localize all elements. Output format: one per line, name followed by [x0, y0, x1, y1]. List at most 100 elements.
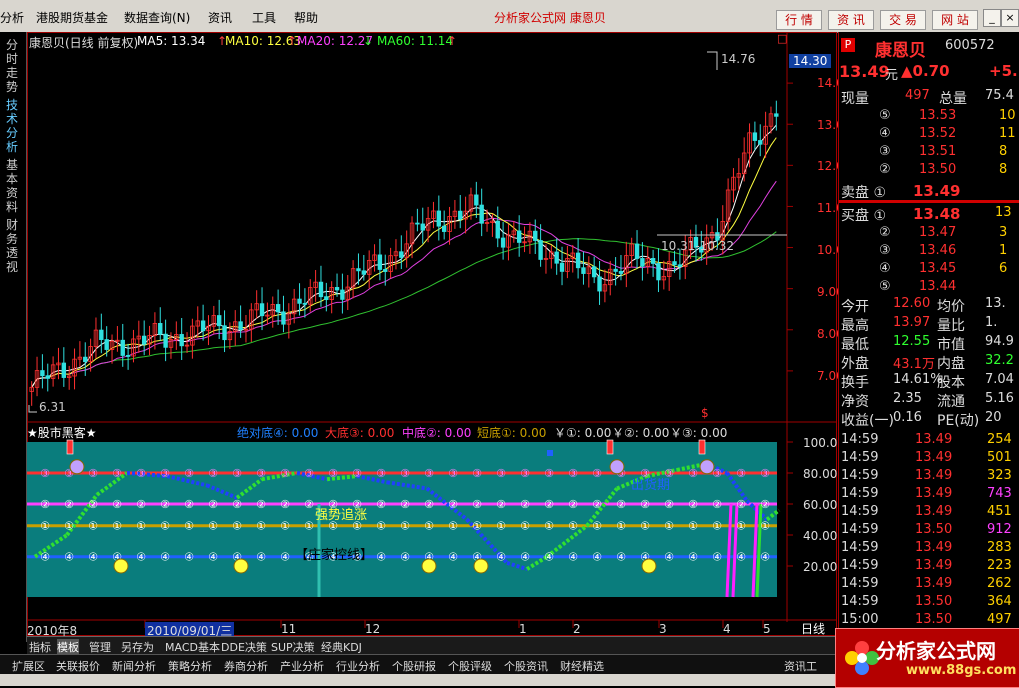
kline-chart[interactable]: ③③③③③③③③③③③③③③③③③③③③③③③③③③③③③③③②②②②②②②②②… — [27, 32, 851, 639]
stock-code: 600572 — [945, 38, 995, 53]
bid-row: ② 13.47 3 — [839, 225, 1019, 243]
stat-value: 13. — [985, 296, 1006, 311]
nav-sector-analysis[interactable]: 行业分析 — [336, 658, 380, 674]
candle-body — [538, 240, 543, 260]
stat-row: 净资 2.35 流通 5.16 — [839, 391, 1019, 410]
nav-news-analysis[interactable]: 新闻分析 — [112, 658, 156, 674]
tab-fundamental[interactable]: 基本资料 — [6, 158, 20, 214]
level-marker: ④ — [520, 551, 530, 564]
stat-row: 今开 12.60 均价 13. — [839, 296, 1019, 315]
level-marker: ④ — [760, 551, 770, 564]
minimize-button[interactable]: _ — [983, 9, 1001, 27]
tick-row: 14:59 13.49 451 — [839, 504, 1019, 522]
stat-label: 收益(一) — [841, 413, 894, 429]
tab-indicator[interactable]: 指标 — [29, 639, 51, 655]
candle-body — [238, 321, 243, 330]
nav-strategy-analysis[interactable]: 策略分析 — [168, 658, 212, 674]
close-button[interactable]: × — [1001, 9, 1019, 27]
indicator-axis-label: 80.00 — [803, 467, 838, 481]
tab-save-as[interactable]: 另存为 — [121, 639, 154, 655]
tab-dde[interactable]: DDE决策 — [221, 639, 267, 655]
level-marker: ① — [136, 520, 146, 533]
period-label[interactable]: 日线 — [801, 620, 825, 637]
tab-financial[interactable]: 财务透视 — [6, 218, 20, 274]
stat-value: 94.9 — [985, 334, 1014, 349]
nav-related-quotes[interactable]: 关联报价 — [56, 658, 100, 674]
menu-item-data-query[interactable]: 数据查询(N) — [124, 9, 190, 26]
tick-row: 14:59 13.49 223 — [839, 558, 1019, 576]
chart-corner-box-icon[interactable]: □ — [777, 32, 787, 45]
menu-item-tools[interactable]: 工具 — [252, 9, 276, 26]
total-volume: 75.4 — [985, 88, 1014, 103]
ma10-path — [31, 137, 777, 388]
level-marker: ① — [496, 520, 506, 533]
level-marker: ④ — [664, 551, 674, 564]
level-marker: ③ — [376, 467, 386, 480]
nav-stock-ratings[interactable]: 个股评级 — [448, 658, 492, 674]
level-marker: ① — [400, 520, 410, 533]
level-marker: ④ — [616, 551, 626, 564]
stat-value: 13.97 — [893, 315, 931, 330]
ma5-line — [31, 124, 777, 388]
stat-label: 最低 — [841, 337, 869, 353]
shipping-period-label: 出货期 — [631, 478, 671, 493]
menu-item-hk-futures[interactable]: 港股期货基金 — [36, 9, 108, 26]
level-marker: ② — [592, 498, 602, 511]
level-marker: ② — [40, 498, 50, 511]
nav-news-tools[interactable]: 资讯工 — [784, 658, 817, 674]
nav-stock-reports[interactable]: 个股研报 — [392, 658, 436, 674]
bid1-row: 买盘 ① 13.48 13 — [839, 205, 1019, 225]
tick-time: 14:59 — [841, 594, 879, 609]
candle-body — [297, 298, 302, 304]
level-marker: ① — [160, 520, 170, 533]
tick-volume: 323 — [987, 468, 1012, 483]
tab-kdj[interactable]: 经典KDJ — [321, 639, 362, 655]
nav-broker-analysis[interactable]: 券商分析 — [224, 658, 268, 674]
quote-button[interactable]: 行 情 — [776, 10, 822, 30]
indicator-item: ￥②: 0.00 — [612, 426, 670, 440]
tab-manage[interactable]: 管理 — [89, 639, 111, 655]
ask-volume: 10 — [999, 108, 1016, 123]
level-marker: ④ — [256, 551, 266, 564]
level-marker: ② — [736, 498, 746, 511]
tick-price: 13.49 — [915, 540, 953, 555]
menu-item-help[interactable]: 帮助 — [294, 9, 318, 26]
level-marker: ② — [568, 498, 578, 511]
level-marker: ② — [640, 498, 650, 511]
stat-row: 换手 14.61% 股本 7.04 — [839, 372, 1019, 391]
level-marker: ② — [136, 498, 146, 511]
date-axis-label: 11 — [281, 622, 297, 636]
signal-marker — [698, 439, 706, 455]
bid-price: 13.45 — [919, 261, 957, 276]
indicator-name[interactable]: ★股市黑客★ — [27, 424, 97, 441]
indicator-axis-label: 100.0 — [803, 436, 838, 450]
level-marker: ③ — [496, 467, 506, 480]
candle-body — [436, 210, 442, 227]
tab-technical[interactable]: 技术分析 — [6, 98, 20, 154]
menu-item-analysis[interactable]: 分析 — [0, 9, 24, 26]
tab-template[interactable]: 模板 — [57, 639, 79, 655]
level-marker: ② — [160, 498, 170, 511]
ma20-arrow-icon: ↓ — [363, 34, 374, 48]
menu-item-news[interactable]: 资讯 — [208, 9, 232, 26]
candle-body — [672, 261, 677, 266]
website-button[interactable]: 网 站 — [932, 10, 978, 30]
trade-button[interactable]: 交 易 — [880, 10, 926, 30]
level-marker: ② — [544, 498, 554, 511]
nav-finance-picks[interactable]: 财经精选 — [560, 658, 604, 674]
candle-body — [500, 237, 506, 248]
nav-industry-analysis[interactable]: 产业分析 — [280, 658, 324, 674]
candle-body — [758, 140, 763, 145]
level-marker: ④ — [496, 551, 506, 564]
tab-intraday[interactable]: 分时走势 — [6, 38, 20, 94]
candle-body — [377, 254, 383, 270]
tab-sup[interactable]: SUP决策 — [271, 639, 315, 655]
level-marker: ① — [88, 520, 98, 533]
nav-extension[interactable]: 扩展区 — [12, 658, 45, 674]
news-button[interactable]: 资 讯 — [828, 10, 874, 30]
level-marker: ④ — [736, 551, 746, 564]
tab-macd[interactable]: MACD基本 — [165, 639, 220, 655]
nav-stock-news[interactable]: 个股资讯 — [504, 658, 548, 674]
level-marker: ③ — [400, 467, 410, 480]
bid-level: ③ — [879, 243, 891, 258]
